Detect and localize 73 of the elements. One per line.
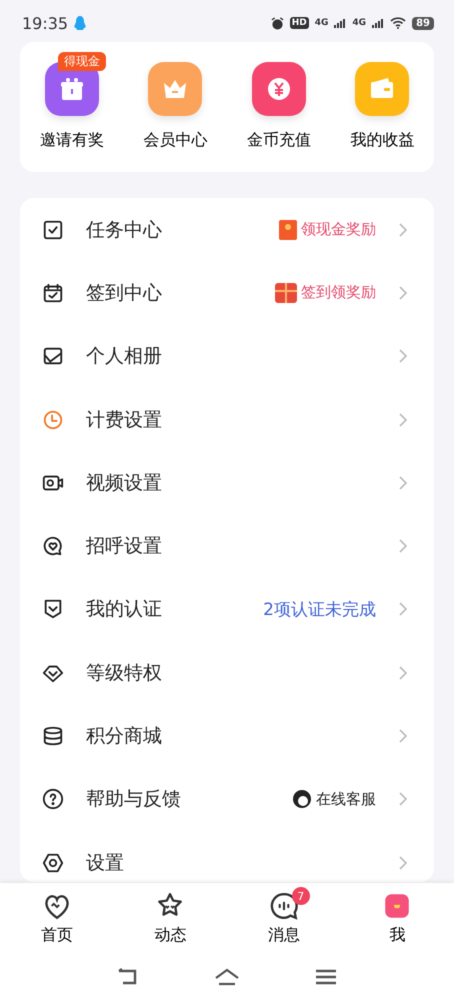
menu-item[interactable]: 等级特权 [20, 641, 434, 704]
photo-frame-icon [42, 345, 64, 368]
shield-check-icon [42, 598, 64, 620]
chevron-right-icon [398, 601, 408, 618]
signal-icon [334, 18, 346, 28]
unread-badge: 7 [292, 887, 310, 905]
chevron-right-icon [398, 791, 408, 808]
chevron-right-icon [398, 284, 408, 301]
battery-level: 89 [412, 16, 434, 30]
heart-bubble-icon [42, 535, 64, 558]
chevron-right-icon [398, 728, 408, 744]
shortcut-button[interactable]: 我的收益 [330, 52, 434, 160]
menu-item[interactable]: 签到中心 签到领奖励 [20, 261, 434, 325]
back-icon[interactable] [117, 968, 139, 986]
menu-label: 设置 [86, 850, 125, 876]
coin-stack-icon [42, 725, 64, 748]
shortcut-button[interactable]: 金币充值 [227, 52, 330, 160]
menu-item[interactable]: 我的认证 2项认证未完成 [20, 578, 434, 642]
promo-text: 签到领奖励 [301, 283, 376, 302]
menu-item[interactable]: 帮助与反馈 在线客服 [20, 768, 434, 831]
menu-item[interactable]: 设置 [20, 830, 434, 882]
alarm-icon [270, 16, 284, 30]
tab-item[interactable]: 消息 7 [227, 883, 340, 953]
network-label: 4G [314, 18, 328, 28]
penguin-icon [74, 15, 86, 31]
promo-text: 领现金奖励 [301, 220, 376, 240]
menu-label: 积分商城 [86, 724, 163, 750]
shortcut-button[interactable]: 会员中心 [124, 52, 227, 160]
menu-label: 帮助与反馈 [86, 787, 182, 812]
settings-icon [42, 852, 64, 874]
menu-label: 计费设置 [86, 408, 163, 433]
checkbox-icon [42, 218, 64, 241]
menu-label: 任务中心 [86, 218, 163, 243]
clock-icon [42, 408, 64, 431]
envelope-icon [279, 220, 297, 240]
chevron-right-icon [398, 348, 408, 364]
menu-label: 个人相册 [86, 344, 163, 370]
calendar-icon [42, 282, 64, 304]
shortcut-button[interactable]: 得现金 邀请有奖 [20, 52, 124, 160]
chevron-right-icon [398, 474, 408, 491]
menu-label: 等级特权 [86, 660, 163, 686]
menu-item[interactable]: 招呼设置 [20, 514, 434, 578]
menu-item[interactable]: 视频设置 [20, 451, 434, 514]
promo-text: 在线客服 [316, 790, 376, 809]
menu-label: 视频设置 [86, 470, 163, 496]
tab-item[interactable]: 动态 [114, 883, 227, 953]
menu-label: 我的认证 [86, 597, 163, 622]
gift-icon [275, 282, 297, 303]
menu-item[interactable]: 积分商城 [20, 704, 434, 768]
help-icon [42, 788, 64, 810]
tab-item[interactable]: 我 [340, 883, 454, 953]
menu-item[interactable]: 计费设置 [20, 388, 434, 452]
chevron-right-icon [398, 538, 408, 554]
signal-icon [372, 18, 384, 28]
tab-item[interactable]: 首页 [0, 883, 114, 953]
network-label: 4G [352, 18, 366, 28]
cash-badge: 得现金 [58, 52, 106, 71]
menu-item[interactable]: 任务中心 领现金奖励 [20, 198, 434, 262]
home-icon[interactable] [214, 968, 240, 986]
hd-indicator: HD [290, 17, 309, 29]
chevron-right-icon [398, 664, 408, 681]
chevron-right-icon [398, 222, 408, 238]
menu-icon[interactable] [315, 968, 337, 984]
wifi-icon [390, 17, 406, 29]
status-time: 19:35 [22, 14, 68, 32]
menu-item[interactable]: 个人相册 [20, 324, 434, 388]
chevron-right-icon [398, 412, 408, 428]
agent-avatar-icon [292, 789, 312, 810]
status-link: 2项认证未完成 [263, 598, 376, 621]
chat-bubble-icon [268, 890, 299, 920]
menu-label: 招呼设置 [86, 534, 163, 560]
menu-label: 签到中心 [86, 280, 163, 306]
chevron-right-icon [398, 854, 408, 871]
